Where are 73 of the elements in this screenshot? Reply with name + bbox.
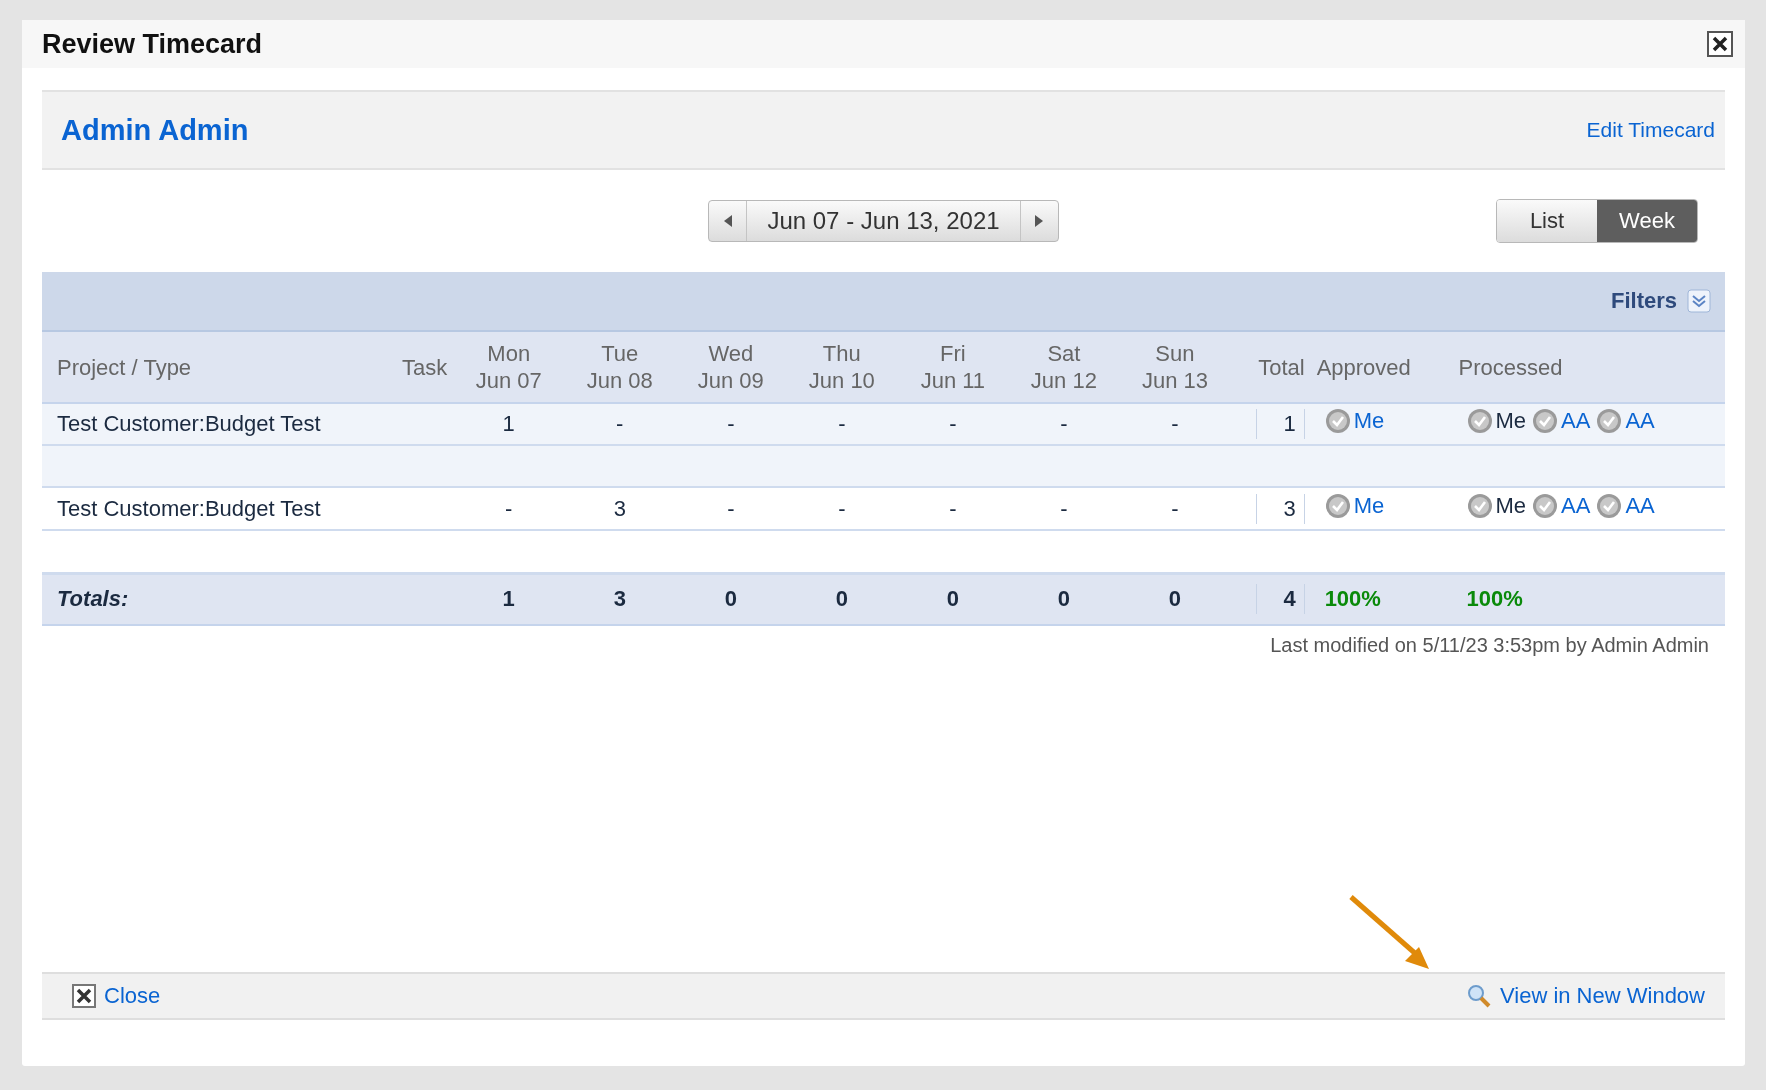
view-in-new-window-link[interactable]: View in New Window (1466, 983, 1705, 1009)
last-modified-text: Last modified on 5/11/23 3:53pm by Admin Admin (1269, 633, 1710, 657)
hours-cell: - (727, 495, 735, 521)
column-header: Thu Jun 10 (786, 332, 898, 403)
expand-chevron-icon[interactable] (1687, 289, 1711, 313)
check-circle-icon (1466, 408, 1493, 434)
hours-cell: - (838, 495, 846, 521)
column-header: Approved (1310, 332, 1453, 403)
check-circle-icon (1324, 492, 1351, 519)
totals-label: Totals: (57, 586, 129, 612)
approver-link[interactable]: AA (1625, 492, 1655, 519)
day-total: 3 (613, 586, 626, 612)
approved-percent: 100% (1324, 586, 1381, 612)
column-header: Sat Jun 12 (1008, 332, 1120, 403)
check-circle-icon (1466, 492, 1493, 519)
hours-cell: - (949, 411, 957, 436)
approver-link[interactable]: AA (1561, 492, 1591, 519)
close-button[interactable] (1707, 31, 1733, 57)
right-triangle-icon (1035, 215, 1044, 227)
hours-cell: 3 (613, 495, 626, 521)
approver-link[interactable]: AA (1625, 408, 1655, 434)
view-toggle-button[interactable]: Week (1597, 200, 1697, 242)
column-header: Tue Jun 08 (564, 332, 676, 403)
date-range: Jun 07 - Jun 13, 2021 (746, 201, 1021, 241)
column-header: Wed Jun 09 (675, 332, 787, 403)
column-header: Fri Jun 11 (897, 332, 1009, 403)
hours-cell: - (727, 411, 735, 436)
project-name: Test Customer:Budget Test (57, 411, 321, 436)
day-total: 0 (1168, 586, 1182, 612)
column-header: Task (381, 332, 454, 403)
close-link[interactable]: Close (72, 983, 161, 1009)
approver-name: Me (1495, 408, 1527, 434)
close-icon (72, 984, 96, 1008)
hours-cell: - (838, 411, 846, 436)
check-circle-icon (1532, 408, 1559, 434)
row-total: 1 (1256, 409, 1305, 439)
processed-percent: 100% (1466, 586, 1523, 612)
column-header: Project / Type (42, 332, 382, 403)
magnifier-icon (1466, 983, 1492, 1009)
grand-total: 4 (1283, 586, 1296, 612)
hours-cell: - (1060, 495, 1068, 521)
day-total: 1 (502, 586, 515, 612)
employee-name: Admin Admin (61, 113, 249, 147)
check-circle-icon (1324, 408, 1351, 434)
filters-label[interactable]: Filters (1610, 288, 1677, 314)
project-name: Test Customer:Budget Test (57, 495, 321, 521)
day-total: 0 (835, 586, 848, 612)
column-header: Total (1230, 332, 1311, 403)
edit-timecard-link[interactable]: Edit Timecard (1586, 118, 1715, 142)
approver-link[interactable]: Me (1353, 408, 1385, 434)
approver-link[interactable]: Me (1353, 492, 1385, 519)
row-total: 3 (1256, 493, 1305, 524)
dialog-title: Review Timecard (42, 28, 263, 60)
hours-cell: - (1060, 411, 1068, 436)
hours-cell: 1 (502, 411, 515, 436)
day-total: 0 (724, 586, 737, 612)
column-header: Sun Jun 13 (1119, 332, 1231, 403)
column-header: Mon Jun 07 (453, 332, 565, 403)
column-header: Processed (1452, 332, 1725, 403)
left-triangle-icon (723, 215, 732, 227)
day-total: 0 (1057, 586, 1070, 612)
approver-link[interactable]: AA (1561, 408, 1591, 434)
check-circle-icon (1532, 492, 1559, 519)
check-circle-icon (1596, 492, 1623, 519)
day-total: 0 (946, 586, 959, 612)
hours-cell: - (1171, 495, 1179, 521)
check-circle-icon (1596, 408, 1623, 434)
hours-cell: - (949, 495, 957, 521)
view-toggle-button[interactable]: List (1497, 200, 1597, 242)
approver-name: Me (1495, 492, 1527, 519)
hours-cell: - (1171, 411, 1179, 436)
hours-cell: - (616, 411, 624, 436)
hours-cell: - (505, 495, 513, 521)
